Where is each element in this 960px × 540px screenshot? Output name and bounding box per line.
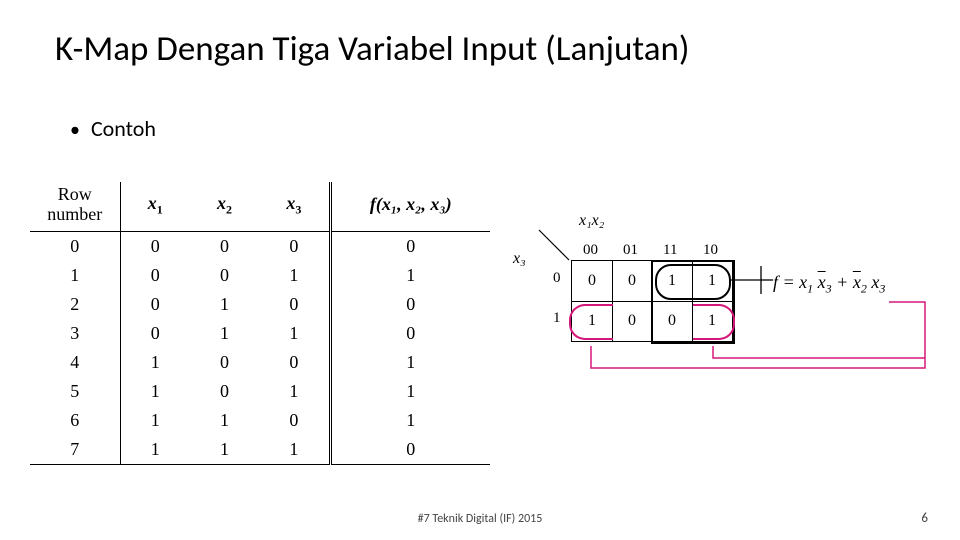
bullet-text: Contoh: [91, 115, 156, 142]
th-x1: x1: [120, 182, 190, 231]
kmap-cell: 0: [572, 261, 613, 302]
kmap-grid: 0 0 1 1 1 0 0 1: [571, 260, 733, 342]
th-x2: x2: [190, 182, 259, 231]
bullet-item: • Contoh: [70, 115, 156, 142]
kmap-cell: 0: [652, 301, 693, 341]
th-f: f(x₁, x₂, x₃): [330, 182, 490, 231]
kmap-colhead: 01: [623, 242, 638, 259]
table-row: 10011: [30, 261, 490, 290]
table-row: 30110: [30, 319, 490, 348]
kmap-rowhead: 1: [553, 310, 561, 327]
kmap-equation: f = x1 x3 + x2 x3: [773, 272, 885, 297]
table-row: 51011: [30, 377, 490, 406]
table-row: 71110: [30, 435, 490, 465]
table-row: 20100: [30, 290, 490, 319]
footer-text: #7 Teknik Digital (IF) 2015: [0, 512, 960, 526]
truth-table: Row number x1 x2 x3 f(x₁, x₂, x₃) 000001…: [30, 182, 490, 465]
kmap-row-var: x₃: [513, 250, 526, 268]
table-row: 61101: [30, 406, 490, 435]
kmap-cell: 0: [612, 261, 653, 302]
kmap-cell: 1: [572, 301, 613, 341]
kmap-cell: 1: [652, 261, 693, 302]
th-x3: x3: [259, 182, 330, 231]
kmap-rowhead: 0: [553, 270, 561, 287]
kmap-colhead: 00: [583, 242, 598, 259]
bullet-dot: •: [70, 118, 80, 142]
kmap-slash: [537, 228, 571, 262]
page-title: K-Map Dengan Tiga Variabel Input (Lanjut…: [55, 28, 689, 70]
th-rownum: Row number: [30, 182, 120, 231]
kmap-cell: 1: [692, 301, 732, 341]
kmap-colhead: 10: [703, 242, 718, 259]
kmap-colhead: 11: [663, 242, 677, 259]
kmap-cell: 0: [612, 301, 653, 341]
table-row: 41001: [30, 348, 490, 377]
page-number: 6: [921, 511, 928, 526]
kmap-cell: 1: [692, 261, 732, 302]
kmap-col-var: x₁x₂: [579, 212, 604, 230]
table-row: 00000: [30, 231, 490, 261]
